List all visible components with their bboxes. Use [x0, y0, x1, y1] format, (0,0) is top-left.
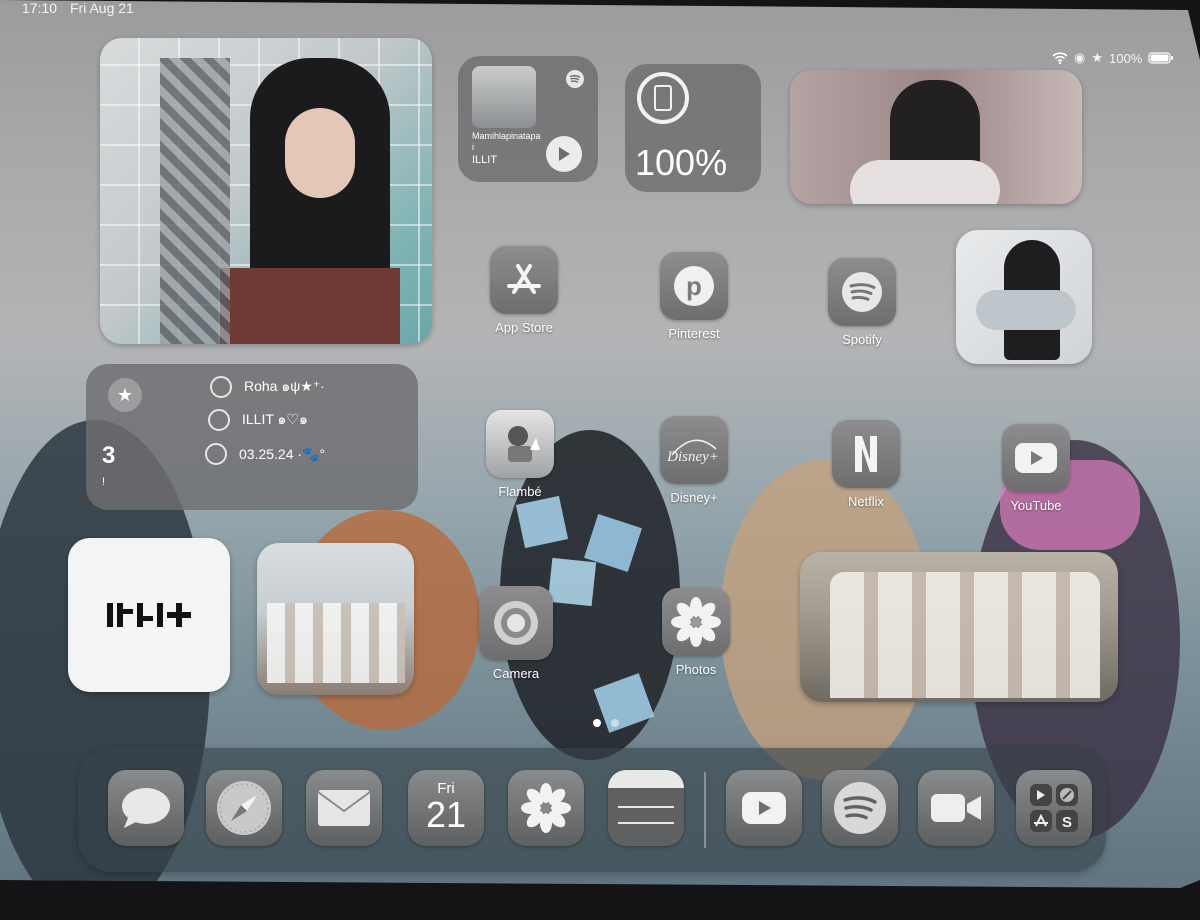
star-icon: ★: [1091, 50, 1103, 65]
app-pinterest[interactable]: p Pinterest: [654, 252, 734, 341]
status-time: 17:10: [22, 0, 58, 16]
safari-icon: [217, 781, 271, 835]
battery-icon: [1148, 52, 1174, 64]
app-store-icon: [490, 246, 558, 314]
checkbox[interactable]: [208, 409, 230, 431]
spotify-app-icon: [828, 258, 896, 326]
photo-widget[interactable]: [790, 70, 1082, 204]
dock-messages[interactable]: [108, 770, 184, 846]
song-title: Mamihlapinatapa i: [472, 131, 541, 152]
dock-facetime[interactable]: [918, 770, 994, 846]
notes-icon: [618, 806, 674, 824]
page-dot-active[interactable]: [593, 719, 601, 727]
dock: Fri 21 S: [78, 748, 1106, 872]
home-screen: 17:10 Fri Aug 21 ◉ ★ 100% Mamihlapinatap…: [0, 0, 1200, 888]
checkbox[interactable]: [205, 443, 227, 465]
status-indicators: ◉ ★ 100%: [1052, 50, 1174, 66]
dock-divider: [704, 772, 706, 848]
photo-widget[interactable]: [800, 552, 1118, 702]
play-icon: [559, 147, 570, 161]
reminder-item[interactable]: ILLIT ๑♡๑: [208, 409, 308, 431]
artist-name: ILLIT: [472, 154, 498, 166]
app-label: Camera: [492, 666, 540, 681]
dock-photos[interactable]: [508, 770, 584, 846]
dock-app-library[interactable]: S: [1016, 770, 1092, 846]
reminder-mark: !: [102, 476, 106, 488]
app-label: Pinterest: [668, 326, 720, 341]
album-art: [472, 66, 536, 128]
battery-ring: [637, 72, 689, 124]
logo-widget[interactable]: [68, 538, 230, 692]
lock-rotation-icon: ◉: [1074, 50, 1086, 65]
messages-icon: [122, 788, 170, 828]
app-spotify[interactable]: Spotify: [822, 258, 902, 347]
reminder-label: 03.25.24 ·🐾°: [239, 445, 326, 462]
dock-youtube[interactable]: [726, 770, 802, 846]
photo-widget[interactable]: [100, 38, 432, 344]
reminder-count: 3: [102, 442, 116, 469]
spotify-icon: [566, 70, 584, 88]
dock-calendar[interactable]: Fri 21: [408, 770, 484, 846]
battery-widget-percent: 100%: [635, 142, 728, 183]
photo-widget[interactable]: [956, 230, 1092, 364]
dock-mail[interactable]: [306, 770, 382, 846]
app-netflix[interactable]: Netflix: [826, 420, 906, 509]
play-button[interactable]: [546, 136, 582, 172]
flambe-icon: [486, 410, 554, 478]
calendar-date: 21: [425, 793, 467, 835]
app-disney-plus[interactable]: Disney+ Disney+: [654, 416, 734, 505]
svg-text:S: S: [1062, 814, 1072, 831]
star-icon: ★: [108, 378, 142, 412]
photo-widget[interactable]: [257, 543, 414, 695]
app-label: Flambé: [498, 484, 542, 499]
photos-icon: [662, 588, 730, 656]
disney-plus-icon: Disney+: [660, 416, 728, 484]
mail-icon: [317, 790, 371, 826]
app-label: App Store: [495, 320, 553, 335]
netflix-icon: [832, 420, 900, 488]
status-date: Fri Aug 21: [70, 0, 134, 16]
app-photos[interactable]: Photos: [656, 588, 736, 677]
app-label: YouTube: [1010, 498, 1062, 513]
dock-notes[interactable]: [608, 770, 684, 846]
reminder-label: ILLIT ๑♡๑: [242, 411, 308, 427]
pinterest-icon: p: [660, 252, 728, 320]
app-camera[interactable]: Camera: [476, 586, 556, 681]
app-label: Spotify: [842, 332, 882, 347]
app-flambe[interactable]: Flambé: [480, 410, 560, 499]
reminder-item[interactable]: 03.25.24 ·🐾°: [205, 443, 325, 465]
battery-percent: 100%: [1109, 50, 1143, 66]
reminder-label: Roha ๑ψ★⁺·: [244, 378, 325, 394]
video-camera-icon: [931, 794, 981, 822]
spotify-icon: [834, 782, 886, 834]
svg-text:Disney+: Disney+: [666, 449, 719, 465]
app-youtube[interactable]: YouTube: [996, 424, 1076, 513]
ipad-icon: [654, 85, 672, 111]
page-indicator[interactable]: [593, 719, 619, 727]
camera-icon: [479, 586, 553, 660]
app-label: Netflix: [847, 494, 885, 509]
app-app-store[interactable]: App Store: [484, 246, 564, 335]
youtube-icon: [742, 792, 786, 824]
dock-safari[interactable]: [206, 770, 282, 846]
youtube-icon: [1002, 424, 1070, 492]
app-library-icon: S: [1030, 784, 1078, 832]
reminder-item[interactable]: Roha ๑ψ★⁺·: [210, 376, 325, 398]
wallpaper-note: [515, 495, 569, 549]
app-label: Photos: [675, 662, 717, 677]
checkbox[interactable]: [210, 376, 232, 398]
wifi-icon: [1052, 52, 1068, 64]
illit-logo: [107, 603, 191, 627]
photos-icon: [521, 783, 571, 833]
battery-widget[interactable]: 100%: [625, 64, 761, 192]
page-dot[interactable]: [611, 719, 619, 727]
music-widget[interactable]: Mamihlapinatapa i ILLIT: [458, 56, 598, 182]
dock-spotify[interactable]: [822, 770, 898, 846]
app-label: Disney+: [670, 490, 718, 505]
svg-text:p: p: [686, 271, 702, 301]
